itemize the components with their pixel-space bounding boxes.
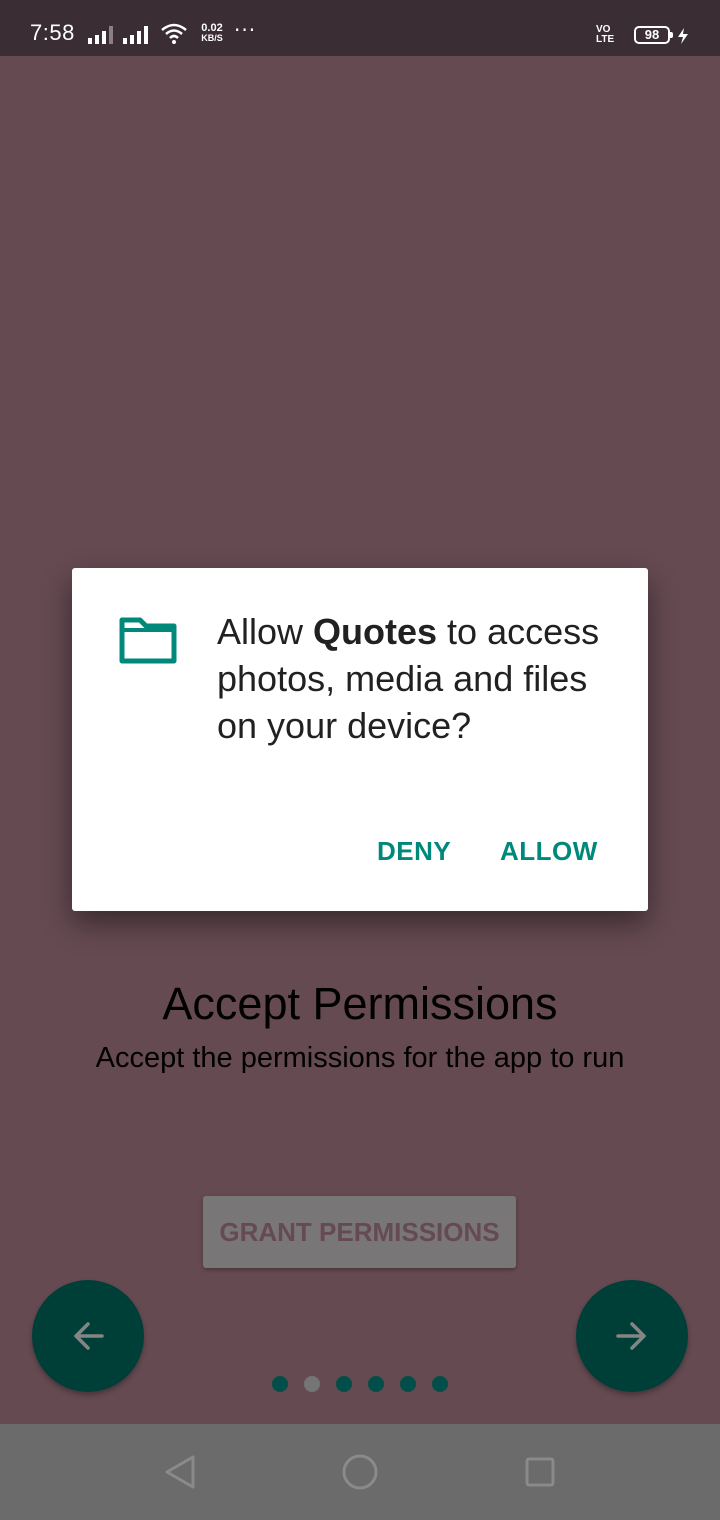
recents-square-icon[interactable] — [520, 1452, 560, 1492]
network-speed-value: 0.02 — [201, 22, 223, 34]
network-speed: 0.02 KB/S — [197, 22, 227, 44]
folder-icon — [119, 617, 177, 664]
permission-dialog: Allow Quotes to access photos, media and… — [72, 568, 648, 911]
volte-icon: VO LTE — [596, 25, 626, 45]
back-triangle-icon[interactable] — [160, 1452, 200, 1492]
battery-icon: 98 — [634, 26, 673, 44]
network-speed-unit: KB/S — [201, 33, 223, 43]
status-bar: 7:58 0.02 KB/S ··· VO LTE 98 — [0, 0, 720, 56]
home-circle-icon[interactable] — [340, 1452, 380, 1492]
navigation-bar — [0, 1424, 720, 1520]
signal-icon-sim2 — [123, 24, 148, 44]
wifi-icon — [161, 23, 187, 44]
more-notifications-icon: ··· — [234, 18, 257, 42]
charging-bolt-icon — [678, 28, 688, 44]
dialog-message: Allow Quotes to access photos, media and… — [217, 608, 617, 749]
status-time: 7:58 — [30, 20, 75, 45]
dialog-message-prefix: Allow — [217, 611, 314, 652]
deny-button[interactable]: DENY — [377, 836, 451, 867]
volte-bottom: LTE — [596, 34, 615, 45]
battery-level: 98 — [644, 27, 660, 42]
signal-icon-sim1 — [88, 24, 113, 44]
dialog-app-name: Quotes — [313, 611, 438, 652]
allow-button[interactable]: ALLOW — [500, 836, 598, 867]
